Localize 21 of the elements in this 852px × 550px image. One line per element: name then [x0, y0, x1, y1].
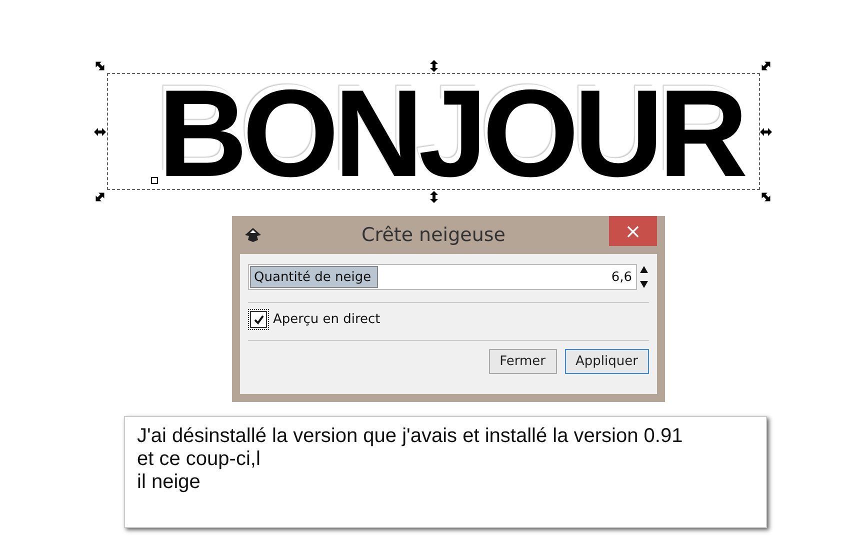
resize-handle-icon[interactable] — [93, 59, 107, 73]
checkbox-label: Aperçu en direct — [273, 312, 380, 327]
resize-handle-icon[interactable] — [759, 59, 773, 73]
resize-handle-icon[interactable] — [759, 125, 773, 139]
slider-label: Quantité de neige — [253, 270, 372, 284]
anchor-point-icon — [151, 177, 158, 184]
app-logo-icon — [244, 227, 262, 243]
checkbox[interactable] — [250, 311, 267, 328]
apply-button[interactable]: Appliquer — [564, 349, 649, 374]
canvas-text: BONJOUR — [158, 82, 744, 188]
resize-handle-icon[interactable] — [93, 125, 107, 139]
note-text: J'ai désinstallé la version que j'avais et installé la version 0.91 et ce coup-ci,l il neige — [124, 416, 767, 528]
spin-arrows-icon[interactable] — [639, 264, 649, 290]
close-dialog-button[interactable]: Fermer — [488, 349, 557, 374]
check-icon — [252, 314, 264, 326]
resize-handle-icon[interactable] — [759, 190, 773, 204]
resize-handle-icon[interactable] — [93, 190, 107, 204]
close-button[interactable]: × — [609, 216, 657, 246]
snow-amount-slider[interactable]: Quantité de neige 6,6 — [248, 264, 637, 290]
window-title: Crête neigeuse — [360, 224, 506, 246]
slider-value: 6,6 — [611, 270, 633, 284]
